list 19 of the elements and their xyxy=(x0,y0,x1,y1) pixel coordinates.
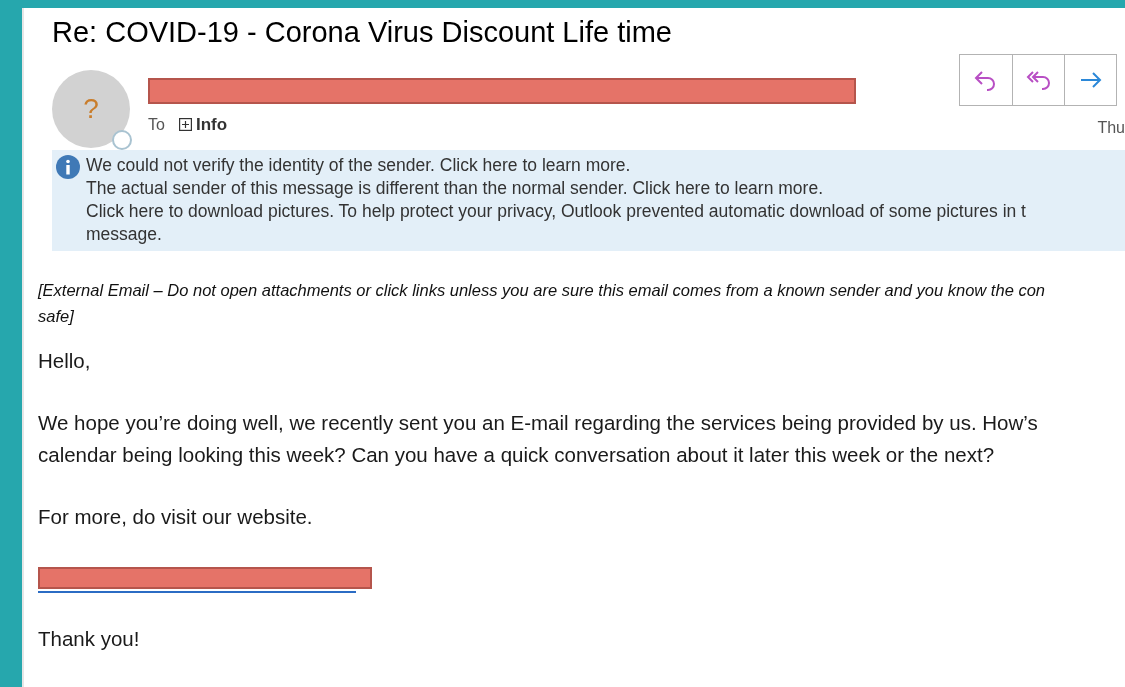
body-text: calendar being looking this week? Can you have a quick conversation about it later this week or the next? xyxy=(38,442,996,468)
reply-all-icon xyxy=(1025,68,1052,92)
info-icon xyxy=(56,155,80,179)
info-message[interactable]: Click here to download pictures. To help protect your privacy, Outlook prevented automatic download of some pictures in t xyxy=(86,200,1026,223)
info-message[interactable]: We could not verify the identity of the sender. Click here to learn more. xyxy=(86,154,1026,177)
info-message[interactable]: message. xyxy=(86,223,1026,246)
expand-icon[interactable] xyxy=(178,118,192,132)
received-date: Thu xyxy=(1097,118,1125,138)
recipient[interactable]: Info xyxy=(195,112,228,138)
external-email-warning: safe] xyxy=(38,306,75,327)
body-text: Thank you! xyxy=(38,626,141,652)
body-text: Hello, xyxy=(38,348,92,374)
external-email-warning: [External Email – Do not open attachments or click links unless you are sure this email comes from a known sender and you know the con xyxy=(38,280,1046,301)
avatar-glyph: ? xyxy=(83,92,99,126)
email-subject: Re: COVID-19 - Corona Virus Discount Life time xyxy=(52,15,673,50)
info-message[interactable]: The actual sender of this message is different than the normal sender. Click here to learn more. xyxy=(86,177,1026,200)
to-label: To xyxy=(148,114,165,135)
body-text: For more, do visit our website. xyxy=(38,504,314,530)
body-text: We hope you’re doing well, we recently sent you an E-mail regarding the services being provided by us. How’s xyxy=(38,410,1039,436)
